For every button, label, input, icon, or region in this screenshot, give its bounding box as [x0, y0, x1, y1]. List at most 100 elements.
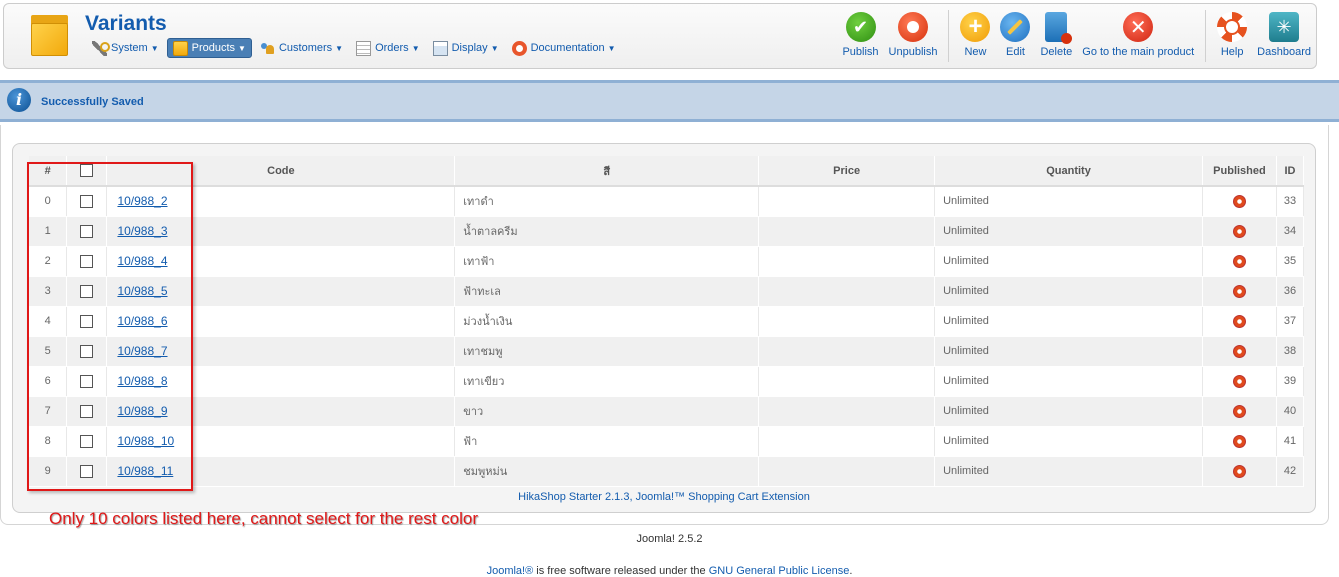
- main-menu: System ▼ Products ▼ Customers ▼ Orders ▼…: [87, 38, 624, 58]
- chevron-down-icon: ▼: [411, 43, 420, 53]
- col-color[interactable]: สี: [454, 156, 760, 187]
- published-toggle-icon[interactable]: [1232, 374, 1246, 388]
- unpublish-icon: [898, 12, 928, 42]
- delete-label: Delete: [1040, 46, 1073, 58]
- quantity-cell: Unlimited: [934, 246, 1203, 277]
- price-cell: [758, 426, 936, 457]
- published-toggle-icon[interactable]: [1232, 194, 1246, 208]
- quantity-cell: Unlimited: [934, 216, 1203, 247]
- edit-label: Edit: [1005, 46, 1025, 58]
- table-row: 4 10/988_6 ม่วงน้ำเงิน Unlimited 37: [29, 306, 1305, 337]
- new-label: New: [964, 46, 987, 58]
- chevron-down-icon: ▼: [150, 43, 159, 53]
- quantity-cell: Unlimited: [934, 426, 1203, 457]
- published-toggle-icon[interactable]: [1232, 314, 1246, 328]
- menu-orders[interactable]: Orders ▼: [351, 38, 425, 58]
- new-button[interactable]: + New: [955, 10, 995, 58]
- color-cell: น้ำตาลครีม: [454, 216, 760, 247]
- menu-documentation[interactable]: Documentation ▼: [507, 38, 621, 58]
- color-cell: ม่วงน้ำเงิน: [454, 306, 760, 337]
- id-cell: 38: [1276, 336, 1305, 367]
- checkmark-icon: ✔: [845, 12, 876, 42]
- menu-products[interactable]: Products ▼: [166, 38, 252, 58]
- col-price[interactable]: Price: [758, 156, 936, 187]
- gpl-link[interactable]: GNU General Public License: [709, 565, 850, 577]
- chevron-down-icon: ▼: [607, 43, 616, 53]
- license-suffix: .: [849, 565, 853, 577]
- price-cell: [758, 276, 936, 307]
- main-product-label: Go to the main product: [1082, 46, 1195, 58]
- quantity-cell: Unlimited: [934, 276, 1203, 307]
- published-toggle-icon[interactable]: [1232, 284, 1246, 298]
- published-toggle-icon[interactable]: [1232, 224, 1246, 238]
- license-text: is free software released under the: [533, 565, 709, 577]
- close-icon: ✕: [1123, 12, 1154, 42]
- quantity-cell: Unlimited: [934, 456, 1203, 487]
- chevron-down-icon: ▼: [490, 43, 499, 53]
- edit-button[interactable]: Edit: [995, 10, 1035, 58]
- header-toolbar-box: Variants System ▼ Products ▼ Customers ▼…: [3, 3, 1317, 69]
- hikashop-credit-link[interactable]: HikaShop Starter 2.1.3, Joomla!™ Shoppin…: [13, 491, 1315, 503]
- quantity-cell: Unlimited: [934, 306, 1203, 337]
- id-cell: 40: [1276, 396, 1305, 427]
- box-logo-icon: [31, 15, 68, 56]
- col-id[interactable]: ID: [1276, 156, 1305, 187]
- published-toggle-icon[interactable]: [1232, 404, 1246, 418]
- menu-customers[interactable]: Customers ▼: [255, 38, 348, 58]
- id-cell: 35: [1276, 246, 1305, 277]
- color-cell: เทาชมพู: [454, 336, 760, 367]
- dashboard-button[interactable]: ✳ Dashboard: [1252, 10, 1316, 58]
- joomla-version: Joomla! 2.5.2: [636, 533, 703, 545]
- price-cell: [758, 216, 936, 247]
- color-cell: เทาฟ้า: [454, 246, 760, 277]
- plus-icon: +: [960, 12, 991, 42]
- menu-orders-label: Orders: [375, 42, 409, 54]
- id-cell: 36: [1276, 276, 1305, 307]
- id-cell: 39: [1276, 366, 1305, 397]
- page-title: Variants: [85, 12, 167, 35]
- published-toggle-icon[interactable]: [1232, 344, 1246, 358]
- published-cell: [1202, 276, 1277, 307]
- annotation-note: Only 10 colors listed here, cannot selec…: [49, 509, 478, 528]
- col-published[interactable]: Published: [1202, 156, 1277, 187]
- system-message: i Successfully Saved: [0, 80, 1339, 122]
- published-toggle-icon[interactable]: [1232, 434, 1246, 448]
- id-cell: 41: [1276, 426, 1305, 457]
- quantity-cell: Unlimited: [934, 186, 1203, 217]
- main-product-button[interactable]: ✕ Go to the main product: [1077, 10, 1199, 58]
- display-icon: [432, 40, 448, 56]
- table-row: 5 10/988_7 เทาชมพู Unlimited 38: [29, 336, 1305, 367]
- variants-panel: # Code สี Price Quantity Published ID 01…: [12, 143, 1316, 513]
- lifebuoy-icon: [1217, 12, 1248, 42]
- delete-button[interactable]: Delete: [1035, 10, 1077, 58]
- variants-table: # Code สี Price Quantity Published ID 01…: [29, 156, 1305, 487]
- quantity-cell: Unlimited: [934, 396, 1203, 427]
- id-cell: 34: [1276, 216, 1305, 247]
- published-cell: [1202, 246, 1277, 277]
- menu-documentation-label: Documentation: [530, 42, 605, 54]
- publish-button[interactable]: ✔ Publish: [837, 10, 883, 58]
- table-header-row: # Code สี Price Quantity Published ID: [29, 156, 1305, 187]
- unpublish-button[interactable]: Unpublish: [884, 10, 943, 58]
- table-row: 6 10/988_8 เทาเขียว Unlimited 39: [29, 366, 1305, 397]
- help-button[interactable]: Help: [1212, 10, 1252, 58]
- color-cell: เทาดำ: [454, 186, 760, 217]
- col-quantity[interactable]: Quantity: [934, 156, 1203, 187]
- info-icon: i: [7, 88, 31, 112]
- license-notice: Joomla!® is free software released under…: [0, 565, 1339, 577]
- lifebuoy-icon: [511, 40, 527, 56]
- table-row: 2 10/988_4 เทาฟ้า Unlimited 35: [29, 246, 1305, 277]
- joomla-link[interactable]: Joomla!®: [487, 565, 534, 577]
- publish-label: Publish: [842, 46, 879, 58]
- users-icon: [260, 41, 275, 56]
- table-row: 1 10/988_3 น้ำตาลครีม Unlimited 34: [29, 216, 1305, 247]
- published-cell: [1202, 186, 1277, 217]
- published-toggle-icon[interactable]: [1232, 464, 1246, 478]
- trash-icon: [1045, 12, 1073, 44]
- color-cell: เทาเขียว: [454, 366, 760, 397]
- wrench-icon: [92, 40, 110, 56]
- price-cell: [758, 366, 936, 397]
- published-toggle-icon[interactable]: [1232, 254, 1246, 268]
- menu-display[interactable]: Display ▼: [428, 38, 504, 58]
- menu-system[interactable]: System ▼: [87, 38, 164, 58]
